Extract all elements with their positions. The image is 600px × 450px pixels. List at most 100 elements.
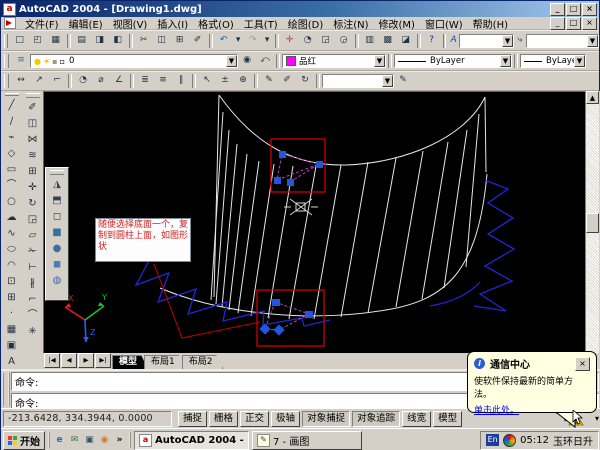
quick-leader-button[interactable]: ↖ (199, 73, 215, 89)
chamfer-button[interactable]: ⌐ (25, 292, 41, 308)
layer-previous-button[interactable]: ⤺ (257, 53, 273, 69)
erase-button[interactable]: ✐ (25, 100, 41, 116)
array-button[interactable]: ⊞ (25, 164, 41, 180)
plot-preview-button[interactable]: ◨ (92, 33, 108, 49)
drawing-canvas[interactable]: X Y Z 随便选择底面一个，复制到圆柱上面，如图形状 (43, 91, 585, 353)
color-combo[interactable]: 品红 ▼ (282, 54, 386, 68)
balloon-close-button[interactable]: × (575, 357, 590, 371)
match-properties-button[interactable]: ✐ (190, 33, 206, 49)
zoom-previous-button[interactable]: ◶ (336, 33, 352, 49)
ordinate-dimension-button[interactable]: ⌐ (49, 73, 65, 89)
point-button[interactable]: · (4, 306, 20, 322)
break-button[interactable]: ∦ (25, 276, 41, 292)
solid-cube-button[interactable]: ◼ (49, 257, 65, 273)
plot-button[interactable]: ▤ (74, 33, 90, 49)
insert-block-button[interactable]: ⊡ (4, 274, 20, 290)
child-restore-button[interactable]: □ (566, 17, 581, 30)
region-button[interactable]: ▣ (4, 338, 20, 354)
center-mark-button[interactable]: ⊕ (235, 73, 251, 89)
rotate-button[interactable]: ↻ (25, 196, 41, 212)
radius-dimension-button[interactable]: ◔ (75, 73, 91, 89)
baseline-dimension-button[interactable]: ≡ (155, 73, 171, 89)
taskbar-task-paint[interactable]: ✎ 7 - 画图 (252, 431, 362, 450)
polyline-button[interactable]: ⌁ (4, 130, 20, 146)
zoom-window-button[interactable]: ◲ (318, 33, 334, 49)
scrollbar-thumb[interactable] (586, 213, 599, 233)
solid-torus-button[interactable]: ◍ (49, 273, 65, 289)
solid-sphere-button[interactable]: ● (49, 241, 65, 257)
menu-insert[interactable]: 插入(I) (152, 16, 193, 31)
toggle-otrack[interactable]: 对象追踪 (352, 411, 400, 427)
linetype-combo[interactable]: ByLayer ▼ (394, 54, 512, 68)
tray-program-icon[interactable] (503, 434, 516, 447)
construction-line-button[interactable]: ∕ (4, 114, 20, 130)
offset-button[interactable]: ≋ (25, 148, 41, 164)
continue-dimension-button[interactable]: ∥ (173, 73, 189, 89)
make-block-button[interactable]: ⊞ (4, 290, 20, 306)
menu-edit[interactable]: 编辑(E) (64, 16, 108, 31)
stretch-button[interactable]: ▱ (25, 228, 41, 244)
redo-list-arrow[interactable]: ▾ (263, 33, 272, 49)
text-style-combo[interactable]: ▼ (459, 34, 514, 48)
chevron-down-icon[interactable]: ▼ (500, 55, 511, 67)
dimension-text-edit-button[interactable]: ✐ (279, 73, 295, 89)
menu-window[interactable]: 窗口(W) (420, 16, 468, 31)
undo-button[interactable]: ↶ (216, 33, 232, 49)
restore-button[interactable]: □ (566, 3, 581, 16)
menu-dimension[interactable]: 标注(N) (328, 16, 373, 31)
coordinate-readout[interactable]: -213.6428, 334.3944, 0.0000 (3, 411, 172, 427)
lineweight-combo[interactable]: ByLayer ▼ (520, 54, 586, 68)
menu-draw[interactable]: 绘图(D) (283, 16, 329, 31)
move-button[interactable]: ✛ (25, 180, 41, 196)
input-language-indicator[interactable]: En (486, 434, 499, 446)
quicklaunch-show-desktop-button[interactable]: ▣ (83, 434, 96, 447)
publish-button[interactable]: ◧ (110, 33, 126, 49)
quick-dimension-button[interactable]: ≣ (137, 73, 153, 89)
tab-first-button[interactable]: |◀ (44, 353, 60, 368)
solid-box-button[interactable]: ■ (49, 225, 65, 241)
chevron-down-icon[interactable]: ▼ (382, 75, 393, 87)
copy-button[interactable]: ◫ (154, 33, 170, 49)
2d-solid-button[interactable]: ◮ (49, 177, 65, 193)
circle-button[interactable]: ○ (4, 194, 20, 210)
toolbar-grab-handle[interactable] (50, 170, 64, 175)
open-button[interactable]: ◰ (30, 33, 46, 49)
dimension-update-button[interactable]: ↻ (297, 73, 313, 89)
trim-button[interactable]: ✁ (25, 244, 41, 260)
ellipse-arc-button[interactable]: ◠ (4, 258, 20, 274)
multiline-text-button[interactable]: A (4, 354, 20, 370)
fillet-button[interactable]: ⌒ (25, 308, 41, 324)
zoom-realtime-button[interactable]: ◔ (300, 33, 316, 49)
menu-view[interactable]: 视图(V) (108, 16, 153, 31)
child-minimize-button[interactable]: _ (550, 17, 565, 30)
chevron-down-icon[interactable]: ▼ (226, 55, 237, 67)
dimension-style-combo[interactable]: ▼ (322, 74, 394, 88)
mirror-button[interactable]: ⋈ (25, 132, 41, 148)
make-object-layer-current-button[interactable]: ◉ (239, 53, 255, 69)
spline-button[interactable]: ∿ (4, 226, 20, 242)
scroll-up-arrow[interactable]: ▲ (586, 91, 599, 104)
3d-face-button[interactable]: ⬒ (49, 193, 65, 209)
toggle-grid[interactable]: 栅格 (209, 411, 238, 427)
tab-next-button[interactable]: ▶ (78, 353, 94, 368)
extend-button[interactable]: ⊢ (25, 260, 41, 276)
taskbar-task-autocad[interactable]: a AutoCAD 2004 - [Dra... (134, 431, 249, 450)
statusbar-tray-chevron[interactable]: ▾ (595, 414, 599, 423)
angular-dimension-button[interactable]: ∠ (111, 73, 127, 89)
balloon-link[interactable]: 单击此处。 (474, 403, 519, 416)
box-surface-button[interactable]: ◻ (49, 209, 65, 225)
quicklaunch-ie-button[interactable]: e (53, 434, 66, 447)
arc-button[interactable]: ⌒ (4, 178, 20, 194)
diameter-dimension-button[interactable]: ⌀ (93, 73, 109, 89)
chevron-down-icon[interactable]: ▼ (374, 55, 385, 67)
menu-help[interactable]: 帮助(H) (468, 16, 513, 31)
designcenter-button[interactable]: ▩ (380, 33, 396, 49)
drawing-file-icon[interactable] (4, 17, 16, 29)
chevron-down-icon[interactable]: ▼ (502, 35, 513, 47)
new-button[interactable]: □ (12, 33, 28, 49)
chevron-down-icon[interactable]: ▼ (574, 55, 585, 67)
quicklaunch-media-player-button[interactable]: ◉ (98, 434, 111, 447)
copy-object-button[interactable]: ◫ (25, 116, 41, 132)
dim-style-edit-icon[interactable]: ✎ (395, 73, 411, 89)
start-button[interactable]: 开始 (3, 431, 45, 450)
